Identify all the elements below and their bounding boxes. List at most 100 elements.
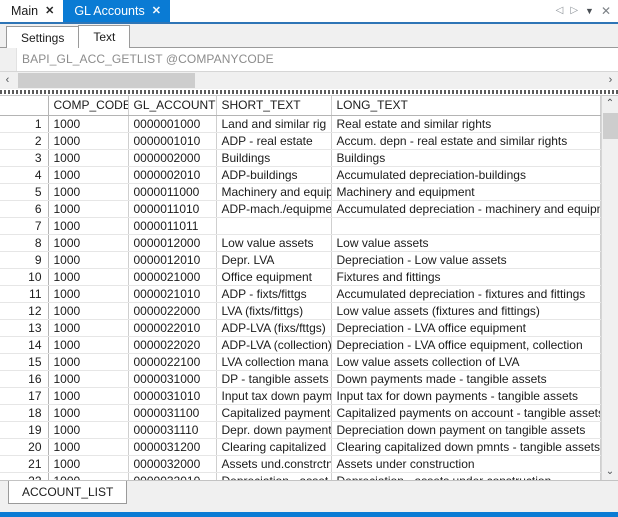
table-row[interactable]: 18 1000 0000031100 Capitalized payments Capi… — [0, 404, 601, 422]
cell-short-text[interactable]: LVA (fixts/fittgs) — [216, 302, 332, 320]
cell-comp-code[interactable]: 1000 — [48, 302, 129, 320]
cell-short-text[interactable]: Clearing capitalized — [216, 438, 332, 456]
table-row[interactable]: 4 1000 0000002010 ADP-buildings Accumulated … — [0, 166, 601, 184]
table-row[interactable]: 16 1000 0000031000 DP - tangible assets Down… — [0, 370, 601, 388]
cell-short-text[interactable]: ADP-LVA (fixs/fttgs) — [216, 319, 332, 337]
scroll-right-icon[interactable]: › — [603, 75, 618, 86]
scroll-down-icon[interactable]: ⌄ — [602, 464, 618, 480]
cell-long-text[interactable]: Low value assets — [331, 234, 601, 252]
row-number[interactable]: 4 — [0, 166, 49, 184]
cell-gl-account[interactable]: 0000031010 — [128, 387, 217, 405]
close-icon[interactable]: ✕ — [152, 5, 161, 17]
cell-short-text[interactable]: Capitalized payments — [216, 404, 332, 422]
cell-comp-code[interactable]: 1000 — [48, 115, 129, 133]
cell-long-text[interactable]: Accumulated depreciation - machinery and… — [331, 200, 601, 218]
table-row[interactable]: 21 1000 0000032000 Assets und.constrctn Asse… — [0, 455, 601, 473]
column-header-gl-account[interactable]: GL_ACCOUNT — [128, 96, 217, 116]
tab-settings[interactable]: Settings — [6, 26, 80, 48]
row-number[interactable]: 17 — [0, 387, 49, 405]
cell-long-text[interactable]: Down payments made - tangible assets — [331, 370, 601, 388]
cell-short-text[interactable]: ADP-LVA (collection) — [216, 336, 332, 354]
close-icon[interactable]: ✕ — [45, 5, 54, 17]
column-header-rownum[interactable] — [0, 96, 49, 116]
cell-long-text[interactable]: Fixtures and fittings — [331, 268, 601, 286]
cell-gl-account[interactable]: 0000031200 — [128, 438, 217, 456]
cell-comp-code[interactable]: 1000 — [48, 455, 129, 473]
cell-comp-code[interactable]: 1000 — [48, 166, 129, 184]
cell-gl-account[interactable]: 0000021010 — [128, 285, 217, 303]
cell-comp-code[interactable]: 1000 — [48, 319, 129, 337]
cell-long-text[interactable]: Depreciation - LVA office equipment, col… — [331, 336, 601, 354]
table-row[interactable]: 13 1000 0000022010 ADP-LVA (fixs/fttgs) Depr… — [0, 319, 601, 337]
cell-long-text[interactable]: Assets under construction — [331, 455, 601, 473]
cell-comp-code[interactable]: 1000 — [48, 353, 129, 371]
cell-gl-account[interactable]: 0000012010 — [128, 251, 217, 269]
table-row[interactable]: 7 1000 0000011011 — [0, 217, 601, 235]
row-number[interactable]: 7 — [0, 217, 49, 235]
cell-comp-code[interactable]: 1000 — [48, 404, 129, 422]
cell-comp-code[interactable]: 1000 — [48, 285, 129, 303]
cell-short-text[interactable]: Buildings — [216, 149, 332, 167]
cell-short-text[interactable]: DP - tangible assets — [216, 370, 332, 388]
cell-short-text[interactable]: Land and similar rig — [216, 115, 332, 133]
cell-gl-account[interactable]: 0000032010 — [128, 472, 217, 480]
row-number[interactable]: 12 — [0, 302, 49, 320]
cell-short-text[interactable]: Low value assets — [216, 234, 332, 252]
table-row[interactable]: 2210000000032010Depreciation - assetDepr… — [0, 472, 601, 480]
cell-comp-code[interactable]: 1000 — [48, 370, 129, 388]
cell-long-text[interactable]: Buildings — [331, 149, 601, 167]
cell-long-text[interactable]: Depreciation - LVA office equipment — [331, 319, 601, 337]
cell-short-text[interactable]: ADP - fixts/fittgs — [216, 285, 332, 303]
row-number[interactable]: 6 — [0, 200, 49, 218]
vscroll-thumb[interactable] — [603, 113, 618, 139]
cell-long-text[interactable]: Accum. depn - real estate and similar ri… — [331, 132, 601, 150]
column-header-long-text[interactable]: LONG_TEXT — [331, 96, 601, 116]
cell-short-text[interactable] — [216, 217, 332, 235]
cell-long-text[interactable]: Machinery and equipment — [331, 183, 601, 201]
cell-long-text[interactable]: Accumulated depreciation - fixtures and … — [331, 285, 601, 303]
table-row[interactable]: 11 1000 0000021010 ADP - fixts/fittgs Accumu… — [0, 285, 601, 303]
results-vertical-scrollbar[interactable]: ⌃ ⌄ — [601, 96, 618, 480]
column-header-comp-code[interactable]: COMP_CODE — [48, 96, 129, 116]
cell-short-text[interactable]: Input tax down paym. — [216, 387, 332, 405]
row-number[interactable]: 21 — [0, 455, 49, 473]
cell-long-text[interactable]: Capitalized payments on account - tangib… — [331, 404, 601, 422]
table-row[interactable]: 19 1000 0000031110 Depr. down payment Deprec… — [0, 421, 601, 439]
row-number[interactable]: 3 — [0, 149, 49, 167]
table-row[interactable]: 17 1000 0000031010 Input tax down paym. Inpu… — [0, 387, 601, 405]
cell-comp-code[interactable]: 1000 — [48, 438, 129, 456]
cell-long-text[interactable]: Depreciation - Low value assets — [331, 251, 601, 269]
tab-gl-accounts[interactable]: GL Accounts ✕ — [63, 0, 170, 22]
table-row[interactable]: 14 1000 0000022020 ADP-LVA (collection) Depr… — [0, 336, 601, 354]
cell-gl-account[interactable]: 0000002000 — [128, 149, 217, 167]
cell-gl-account[interactable]: 0000022000 — [128, 302, 217, 320]
close-icon[interactable]: ✕ — [601, 5, 611, 17]
cell-gl-account[interactable]: 0000031000 — [128, 370, 217, 388]
cell-comp-code[interactable]: 1000 — [48, 472, 129, 480]
cell-gl-account[interactable]: 0000012000 — [128, 234, 217, 252]
row-number[interactable]: 5 — [0, 183, 49, 201]
hscroll-thumb[interactable] — [18, 73, 195, 88]
cell-gl-account[interactable]: 0000011011 — [128, 217, 217, 235]
cell-long-text[interactable]: Depreciation down payment on tangible as… — [331, 421, 601, 439]
cell-gl-account[interactable]: 0000022020 — [128, 336, 217, 354]
cell-short-text[interactable]: Depr. down payment — [216, 421, 332, 439]
cell-short-text[interactable]: ADP - real estate — [216, 132, 332, 150]
pane-splitter[interactable] — [0, 89, 618, 96]
cell-comp-code[interactable]: 1000 — [48, 132, 129, 150]
table-row[interactable]: 3 1000 0000002000 Buildings Buildings — [0, 149, 601, 167]
table-row[interactable]: 10 1000 0000021000 Office equipment Fixtures… — [0, 268, 601, 286]
row-number[interactable]: 8 — [0, 234, 49, 252]
table-row[interactable]: 8 1000 0000012000 Low value assets Low value… — [0, 234, 601, 252]
row-number[interactable]: 2 — [0, 132, 49, 150]
query-horizontal-scrollbar[interactable]: ‹ › — [0, 71, 618, 89]
cell-gl-account[interactable]: 0000022010 — [128, 319, 217, 337]
row-number[interactable]: 22 — [0, 472, 49, 480]
cell-long-text[interactable]: Input tax for down payments - tangible a… — [331, 387, 601, 405]
cell-short-text[interactable]: Depr. LVA — [216, 251, 332, 269]
cell-short-text[interactable]: ADP-buildings — [216, 166, 332, 184]
chevron-right-icon[interactable]: ▷ — [570, 6, 578, 16]
row-number[interactable]: 11 — [0, 285, 49, 303]
cell-gl-account[interactable]: 0000002010 — [128, 166, 217, 184]
cell-gl-account[interactable]: 0000011010 — [128, 200, 217, 218]
